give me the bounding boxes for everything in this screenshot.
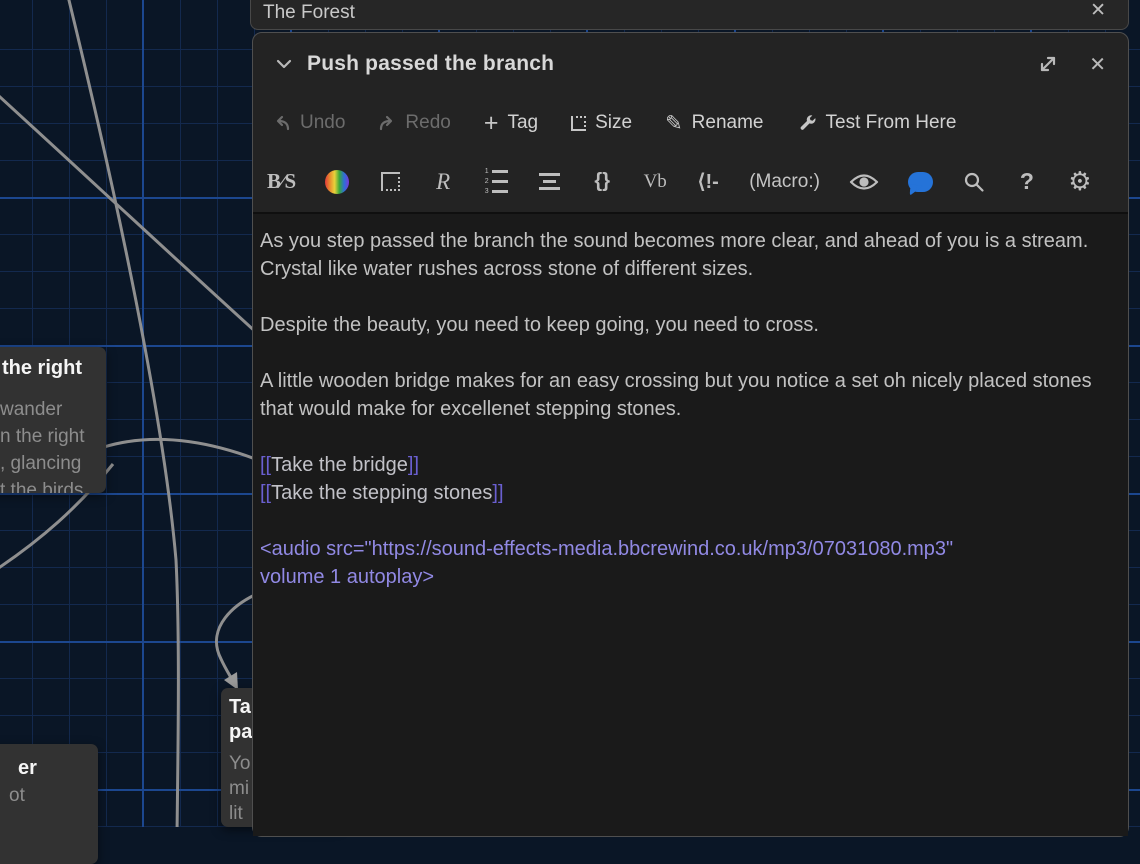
- help-icon[interactable]: ?: [1015, 168, 1039, 195]
- passage-node-title: er: [18, 756, 98, 780]
- redo-button[interactable]: Redo: [378, 112, 450, 134]
- size-icon: [571, 116, 586, 131]
- numbered-list-icon[interactable]: [484, 169, 508, 195]
- search-icon[interactable]: [962, 171, 986, 193]
- forest-dialog-title: The Forest: [263, 2, 355, 24]
- passage-title: Push passed the branch: [307, 52, 554, 76]
- maximize-icon[interactable]: [1037, 53, 1059, 75]
- passage-toolbar: Undo Redo + Tag Size ✎ Rename: [253, 95, 1128, 151]
- passage-links: [[Take the bridge]] [[Take the stepping …: [260, 451, 1116, 507]
- passage-editor: Push passed the branch ✕ Undo: [252, 32, 1129, 837]
- border-icon[interactable]: [378, 172, 402, 191]
- close-icon[interactable]: ✕: [1090, 1, 1106, 20]
- comment-markup-icon[interactable]: ⟨!-: [696, 169, 720, 194]
- undo-icon: [273, 115, 291, 132]
- format-toolbar: B∕S R {} Vb ⟨!- (Macro:): [253, 151, 1128, 214]
- test-from-here-button[interactable]: Test From Here: [797, 112, 957, 134]
- passage-paragraph: A little wooden bridge makes for an easy…: [260, 367, 1116, 423]
- passage-text-editor[interactable]: As you step passed the branch the sound …: [253, 214, 1128, 836]
- audio-tag-markup: <audio src="https://sound-effects-media.…: [260, 535, 1116, 591]
- verbatim-icon[interactable]: Vb: [643, 171, 667, 193]
- plus-icon: +: [484, 111, 499, 136]
- close-icon[interactable]: ✕: [1089, 52, 1106, 77]
- passage-paragraph: As you step passed the branch the sound …: [260, 227, 1116, 283]
- size-button[interactable]: Size: [571, 112, 632, 134]
- passage-node-the-right[interactable]: the right wander n the right , glancing …: [0, 347, 106, 493]
- passage-link: [[Take the stepping stones]]: [260, 482, 504, 504]
- redo-icon: [378, 115, 396, 132]
- undo-button[interactable]: Undo: [273, 112, 345, 134]
- preview-eye-icon[interactable]: [849, 172, 879, 192]
- comment-bubble-icon[interactable]: [908, 172, 933, 192]
- passage-editor-header: Push passed the branch ✕: [253, 33, 1128, 95]
- collapse-chevron-icon[interactable]: [273, 53, 295, 75]
- passage-link: [[Take the bridge]]: [260, 454, 419, 476]
- passage-node-preview: ot: [9, 783, 98, 809]
- passage-node-preview: wander n the right , glancing t the bird…: [0, 396, 106, 493]
- add-tag-button[interactable]: + Tag: [484, 111, 538, 136]
- macro-icon[interactable]: (Macro:): [749, 171, 820, 193]
- color-wheel-icon[interactable]: [325, 170, 349, 194]
- rotate-icon[interactable]: R: [431, 169, 455, 195]
- align-center-icon[interactable]: [537, 173, 561, 190]
- rename-button[interactable]: ✎ Rename: [665, 111, 763, 135]
- passage-paragraph: Despite the beauty, you need to keep goi…: [260, 311, 1116, 339]
- connection-line: [104, 439, 268, 464]
- collapse-whitespace-icon[interactable]: {}: [590, 170, 614, 193]
- gear-icon[interactable]: ⚙: [1068, 169, 1092, 195]
- pencil-icon: ✎: [665, 111, 683, 135]
- forest-dialog: The Forest ✕: [250, 0, 1129, 30]
- wrench-icon: [797, 113, 817, 133]
- passage-node-title: the right: [2, 356, 106, 380]
- passage-node-er[interactable]: er ot: [0, 744, 98, 864]
- text-style-icon[interactable]: B∕S: [267, 169, 296, 194]
